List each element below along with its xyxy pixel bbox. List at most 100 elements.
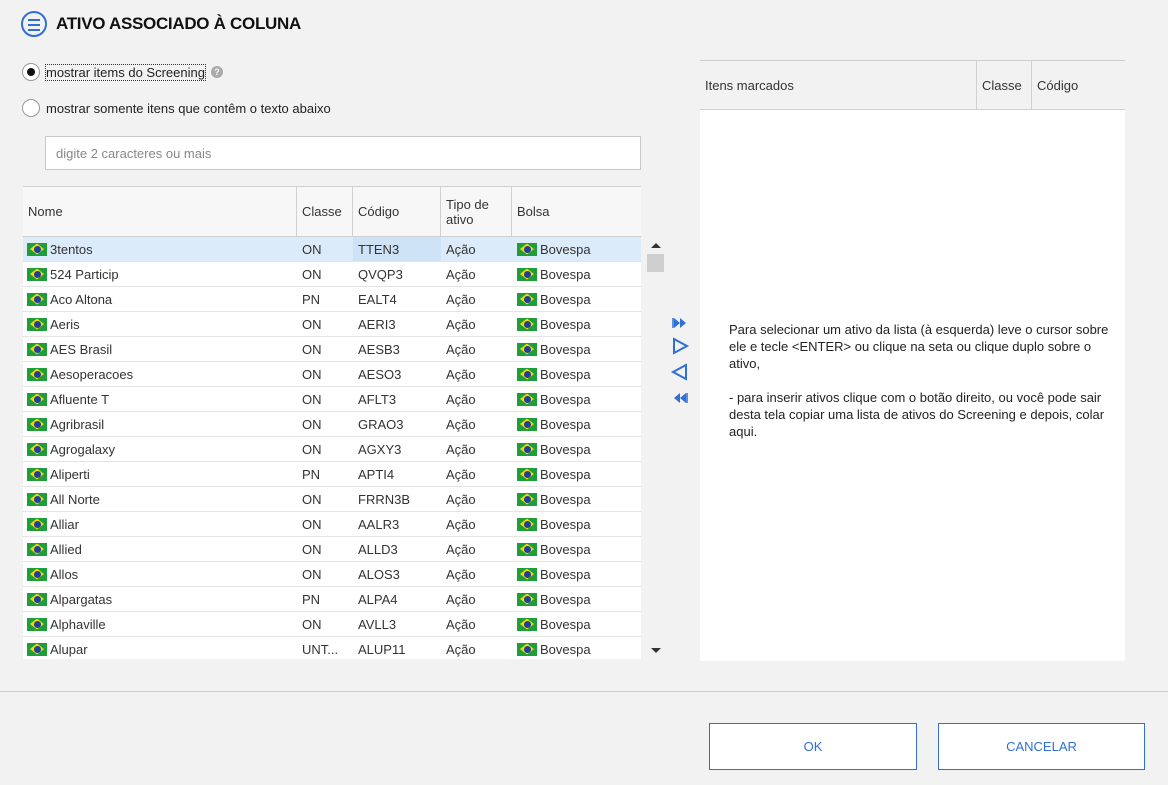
cell-codigo-text: ALUP11 bbox=[358, 641, 406, 657]
cell-tipo-text: Ação bbox=[446, 441, 476, 457]
asset-list-header: Nome Classe Código Tipo de ativo Bolsa bbox=[23, 187, 641, 237]
brazil-flag-icon bbox=[27, 292, 47, 306]
cell-nome-text: Aeris bbox=[50, 316, 80, 332]
radio-screening[interactable] bbox=[22, 63, 40, 81]
add-all-button[interactable] bbox=[670, 313, 690, 333]
add-button[interactable] bbox=[670, 336, 690, 356]
column-header-marked-codigo[interactable]: Código bbox=[1032, 61, 1125, 109]
table-row[interactable]: 3tentos ON TTEN3 Ação Bovespa bbox=[23, 237, 641, 262]
cell-tipo: Ação bbox=[441, 437, 512, 461]
cancel-button[interactable]: CANCELAR bbox=[938, 723, 1145, 770]
option-filter[interactable]: mostrar somente itens que contêm o texto… bbox=[22, 99, 331, 117]
cell-classe: ON bbox=[297, 337, 353, 361]
arrow-left-icon bbox=[670, 363, 687, 381]
double-arrow-left-icon bbox=[674, 393, 688, 403]
table-row[interactable]: Aesoperacoes ON AESO3 Ação Bovespa bbox=[23, 362, 641, 387]
table-row[interactable]: Allied ON ALLD3 Ação Bovespa bbox=[23, 537, 641, 562]
cell-codigo: GRAO3 bbox=[353, 412, 441, 436]
ok-button[interactable]: OK bbox=[709, 723, 917, 770]
remove-all-button[interactable] bbox=[670, 388, 690, 408]
table-row[interactable]: Aliperti PN APTI4 Ação Bovespa bbox=[23, 462, 641, 487]
cell-tipo: Ação bbox=[441, 287, 512, 311]
cell-codigo-text: AESO3 bbox=[358, 366, 402, 382]
marked-items-panel[interactable]: Itens marcados Classe Código Para seleci… bbox=[700, 60, 1125, 661]
cell-nome: Allos bbox=[23, 562, 297, 586]
cell-codigo-text: FRRN3B bbox=[358, 491, 411, 507]
cell-tipo: Ação bbox=[441, 487, 512, 511]
cell-nome-text: Alphaville bbox=[50, 616, 106, 632]
cell-classe: ON bbox=[297, 312, 353, 336]
brazil-flag-icon bbox=[27, 567, 47, 581]
column-header-nome[interactable]: Nome bbox=[23, 187, 297, 236]
cell-classe-text: ON bbox=[302, 566, 322, 582]
table-row[interactable]: Agribrasil ON GRAO3 Ação Bovespa bbox=[23, 412, 641, 437]
cell-classe: ON bbox=[297, 387, 353, 411]
column-header-codigo[interactable]: Código bbox=[353, 187, 441, 236]
cell-nome: AES Brasil bbox=[23, 337, 297, 361]
cell-classe: PN bbox=[297, 287, 353, 311]
table-row[interactable]: Alpargatas PN ALPA4 Ação Bovespa bbox=[23, 587, 641, 612]
cell-classe: UNT... bbox=[297, 637, 353, 659]
cell-bolsa: Bovespa bbox=[512, 362, 641, 386]
cell-bolsa-text: Bovespa bbox=[540, 366, 591, 382]
table-row[interactable]: Aeris ON AERI3 Ação Bovespa bbox=[23, 312, 641, 337]
option-screening[interactable]: mostrar items do Screening ? bbox=[22, 63, 223, 81]
column-header-itens-marcados[interactable]: Itens marcados bbox=[700, 61, 977, 109]
table-row[interactable]: 524 Particip ON QVQP3 Ação Bovespa bbox=[23, 262, 641, 287]
table-row[interactable]: Agrogalaxy ON AGXY3 Ação Bovespa bbox=[23, 437, 641, 462]
cell-classe-text: ON bbox=[302, 541, 322, 557]
cell-codigo: AALR3 bbox=[353, 512, 441, 536]
list-scrollbar[interactable] bbox=[646, 237, 666, 659]
table-row[interactable]: Alupar UNT... ALUP11 Ação Bovespa bbox=[23, 637, 641, 659]
cell-bolsa-text: Bovespa bbox=[540, 241, 591, 257]
cell-tipo: Ação bbox=[441, 537, 512, 561]
brazil-flag-icon bbox=[517, 392, 537, 406]
cell-tipo-text: Ação bbox=[446, 241, 476, 257]
cell-codigo: ALPA4 bbox=[353, 587, 441, 611]
table-row[interactable]: Allos ON ALOS3 Ação Bovespa bbox=[23, 562, 641, 587]
cell-classe: ON bbox=[297, 237, 353, 261]
column-header-tipo[interactable]: Tipo de ativo bbox=[441, 187, 512, 236]
cell-codigo-text: ALPA4 bbox=[358, 591, 398, 607]
table-row[interactable]: AES Brasil ON AESB3 Ação Bovespa bbox=[23, 337, 641, 362]
help-icon[interactable]: ? bbox=[210, 66, 223, 78]
cell-classe: ON bbox=[297, 437, 353, 461]
list-icon bbox=[21, 11, 47, 37]
table-row[interactable]: Alphaville ON AVLL3 Ação Bovespa bbox=[23, 612, 641, 637]
dialog-header: ATIVO ASSOCIADO À COLUNA bbox=[21, 10, 301, 38]
scroll-thumb[interactable] bbox=[647, 254, 664, 272]
cell-bolsa: Bovespa bbox=[512, 562, 641, 586]
cell-codigo-text: QVQP3 bbox=[358, 266, 403, 282]
cell-codigo: AFLT3 bbox=[353, 387, 441, 411]
cell-tipo: Ação bbox=[441, 637, 512, 659]
table-row[interactable]: Afluente T ON AFLT3 Ação Bovespa bbox=[23, 387, 641, 412]
remove-button[interactable] bbox=[670, 362, 690, 382]
column-header-classe[interactable]: Classe bbox=[297, 187, 353, 236]
scroll-up-icon[interactable] bbox=[651, 243, 661, 248]
cell-bolsa: Bovespa bbox=[512, 337, 641, 361]
cell-tipo: Ação bbox=[441, 512, 512, 536]
cell-nome-text: Alupar bbox=[50, 641, 88, 657]
brazil-flag-icon bbox=[517, 617, 537, 631]
cell-bolsa: Bovespa bbox=[512, 487, 641, 511]
cell-classe-text: ON bbox=[302, 266, 322, 282]
table-row[interactable]: All Norte ON FRRN3B Ação Bovespa bbox=[23, 487, 641, 512]
cell-bolsa-text: Bovespa bbox=[540, 416, 591, 432]
brazil-flag-icon bbox=[517, 267, 537, 281]
cell-classe-text: ON bbox=[302, 241, 322, 257]
cell-codigo-text: ALOS3 bbox=[358, 566, 400, 582]
cell-nome-text: Allos bbox=[50, 566, 79, 582]
search-input[interactable] bbox=[45, 136, 641, 170]
column-header-bolsa[interactable]: Bolsa bbox=[512, 187, 641, 236]
cell-bolsa: Bovespa bbox=[512, 512, 641, 536]
help-paragraph-paste: - para inserir ativos clique com o botão… bbox=[729, 390, 1105, 439]
cell-classe: PN bbox=[297, 462, 353, 486]
cell-classe-text: ON bbox=[302, 516, 322, 532]
radio-filter[interactable] bbox=[22, 99, 40, 117]
column-header-marked-classe[interactable]: Classe bbox=[977, 61, 1032, 109]
scroll-down-icon[interactable] bbox=[651, 648, 661, 653]
cell-codigo-text: APTI4 bbox=[358, 466, 395, 482]
brazil-flag-icon bbox=[27, 542, 47, 556]
table-row[interactable]: Alliar ON AALR3 Ação Bovespa bbox=[23, 512, 641, 537]
table-row[interactable]: Aco Altona PN EALT4 Ação Bovespa bbox=[23, 287, 641, 312]
